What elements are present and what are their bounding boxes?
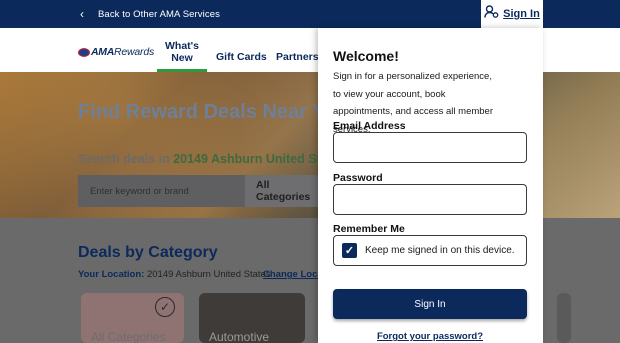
email-field[interactable] (333, 132, 527, 163)
user-settings-icon (484, 5, 499, 23)
category-select[interactable]: All Categories (245, 175, 320, 207)
category-card-automotive[interactable]: Automotive (199, 293, 305, 343)
sign-in-button[interactable]: Sign In (333, 289, 527, 319)
nav-gift-cards[interactable]: Gift Cards (216, 51, 267, 63)
category-card-label: Automotive (209, 330, 270, 343)
search-location-link[interactable]: 20149 Ashburn United States (173, 152, 328, 166)
deal-search-input[interactable] (78, 175, 245, 207)
category-card-next[interactable] (557, 293, 571, 343)
deals-by-category-title: Deals by Category (78, 244, 218, 261)
remember-me-checkbox[interactable]: ✓ (342, 243, 357, 258)
change-location-link[interactable]: Change Location (263, 269, 319, 280)
nav-partners[interactable]: Partners (276, 51, 319, 63)
search-caption: Search deals in 20149 Ashburn United Sta… (78, 152, 328, 166)
back-to-services-label: Back to Other AMA Services (98, 8, 220, 20)
password-label: Password (333, 172, 383, 184)
remember-me-text: Keep me signed in on this device. (365, 245, 515, 256)
sign-in-tab[interactable]: Sign In (481, 0, 543, 28)
top-utility-bar: ‹ Back to Other AMA Services Sign In (0, 0, 620, 28)
search-caption-prefix: Search deals in (78, 152, 170, 166)
ama-rewards-logo[interactable]: AMA Rewards (78, 46, 154, 58)
check-icon: ✓ (155, 297, 175, 317)
forgot-password-link[interactable]: Forgot your password? (333, 331, 527, 342)
email-label: Email Address (333, 120, 406, 132)
back-to-services-link[interactable]: ‹ Back to Other AMA Services (80, 0, 220, 28)
hero-title: Find Reward Deals Near You (78, 101, 328, 123)
remember-me-option[interactable]: ✓ Keep me signed in on this device. (333, 235, 527, 266)
chevron-left-icon: ‹ (80, 7, 85, 21)
nav-whats-new[interactable]: What's New (157, 40, 207, 72)
nav-whats-new-label: What's New (165, 40, 199, 64)
category-card-label: All Categories (91, 330, 166, 343)
logo-ama-text: AMA (91, 46, 115, 58)
remember-me-label: Remember Me (333, 223, 405, 235)
your-location: Your Location: 20149 Ashburn United Stat… (78, 269, 271, 280)
welcome-title: Welcome! (333, 48, 399, 64)
your-location-value: 20149 Ashburn United States (146, 269, 271, 280)
ama-logo-mark (78, 47, 90, 57)
your-location-label: Your Location: (78, 269, 145, 280)
password-field[interactable] (333, 184, 527, 215)
logo-rewards-text: Rewards (114, 46, 155, 58)
sign-in-link[interactable]: Sign In (503, 8, 540, 20)
